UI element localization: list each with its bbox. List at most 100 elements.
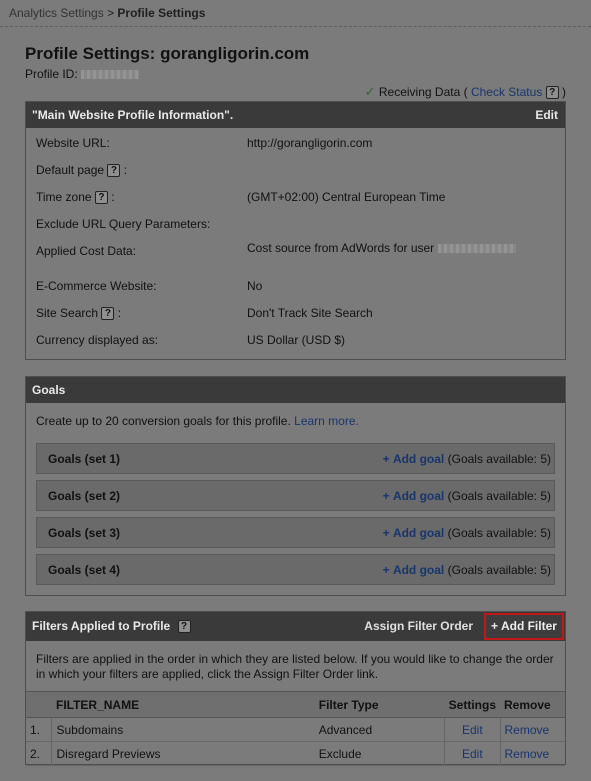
add-goal-group: + Add goal (Goals available: 5) — [383, 489, 551, 503]
goal-set-row: Goals (set 1) + Add goal (Goals availabl… — [36, 443, 555, 474]
remove-cell: Remove — [499, 741, 565, 766]
goal-set-name[interactable]: Goals (set 2) — [48, 489, 120, 503]
goals-description: Create up to 20 conversion goals for thi… — [36, 414, 359, 428]
breadcrumb-analytics-settings[interactable]: Analytics Settings — [9, 6, 104, 20]
plus-icon[interactable]: + — [383, 526, 390, 540]
filters-title: Filters Applied to Profile — [32, 619, 171, 633]
applied-cost-data-text: Cost source from AdWords for user — [247, 241, 435, 255]
redacted-user — [437, 244, 516, 254]
profile-id-label: Profile ID: — [25, 67, 78, 81]
goals-available: (Goals available: 5) — [447, 526, 551, 540]
remove-cell: Remove — [499, 717, 565, 742]
filters-table-header: FILTER_NAME Filter Type Settings Remove — [26, 691, 565, 718]
profile-information-title: "Main Website Profile Information". — [32, 108, 234, 122]
time-zone-label: Time zone ? : — [36, 190, 115, 205]
goals-available: (Goals available: 5) — [447, 489, 551, 503]
applied-cost-data-label: Applied Cost Data: — [36, 244, 137, 258]
goal-set-row: Goals (set 3) + Add goal (Goals availabl… — [36, 517, 555, 548]
default-page-colon: : — [123, 163, 128, 177]
goals-available: (Goals available: 5) — [447, 563, 551, 577]
profile-id: Profile ID: — [25, 67, 140, 81]
filters-panel: Filters Applied to Profile ? Assign Filt… — [25, 611, 566, 766]
settings-cell: Edit — [444, 717, 500, 742]
default-page-label: Default page ? : — [36, 163, 128, 178]
help-icon[interactable]: ? — [545, 86, 559, 100]
learn-more-link[interactable]: Learn more. — [294, 414, 359, 428]
plus-icon[interactable]: + — [383, 489, 390, 503]
add-goal-link[interactable]: Add goal — [393, 526, 444, 540]
applied-cost-data-value: Cost source from AdWords for user — [247, 241, 516, 255]
filters-header: Filters Applied to Profile ? Assign Filt… — [26, 612, 565, 641]
currency-value: US Dollar (USD $) — [247, 333, 346, 347]
column-header-remove: Remove — [500, 691, 565, 718]
website-url-value: http://gorangligorin.com — [247, 136, 373, 150]
breadcrumb-current: Profile Settings — [117, 6, 206, 20]
exclude-url-query-label: Exclude URL Query Parameters: — [36, 217, 211, 231]
check-status-link[interactable]: Check Status — [471, 85, 542, 99]
goals-panel: Goals Create up to 20 conversion goals f… — [25, 376, 566, 596]
assign-filter-order-link[interactable]: Assign Filter Order — [364, 612, 473, 641]
currency-label: Currency displayed as: — [36, 333, 159, 347]
default-page-label-text: Default page — [36, 163, 105, 177]
breadcrumb-separator: > — [107, 6, 115, 20]
website-url-label: Website URL: — [36, 136, 110, 150]
add-goal-link[interactable]: Add goal — [393, 489, 444, 503]
checkmark-icon: ✓ — [364, 84, 376, 99]
add-goal-link[interactable]: Add goal — [393, 452, 444, 466]
help-icon[interactable]: ? — [94, 191, 108, 205]
goal-set-row: Goals (set 4) + Add goal (Goals availabl… — [36, 554, 555, 585]
site-search-colon: : — [117, 306, 122, 320]
add-goal-group: + Add goal (Goals available: 5) — [383, 563, 551, 577]
filter-type: Exclude — [314, 741, 445, 766]
remove-filter-link[interactable]: Remove — [505, 747, 550, 761]
redacted-profile-id — [81, 70, 140, 80]
filter-type: Advanced — [314, 717, 445, 742]
goals-available: (Goals available: 5) — [447, 452, 551, 466]
time-zone-colon: : — [111, 190, 115, 204]
help-icon[interactable]: ? — [177, 620, 191, 634]
edit-filter-link[interactable]: Edit — [462, 723, 483, 737]
edit-profile-link[interactable]: Edit — [535, 102, 558, 128]
add-filter-button[interactable]: + Add Filter — [484, 613, 564, 640]
profile-information-panel: "Main Website Profile Information". Edit… — [25, 101, 566, 360]
table-row: 1. Subdomains Advanced Edit Remove — [26, 717, 565, 742]
page-title: Profile Settings: gorangligorin.com — [25, 44, 310, 63]
help-icon[interactable]: ? — [107, 164, 121, 178]
receiving-data-text: Receiving Data ( — [378, 85, 468, 99]
edit-filter-link[interactable]: Edit — [462, 747, 483, 761]
column-header-number — [26, 691, 52, 718]
time-zone-label-text: Time zone — [36, 190, 92, 204]
help-icon[interactable]: ? — [101, 307, 115, 321]
ecommerce-value: No — [247, 279, 263, 293]
breadcrumb-divider — [0, 26, 591, 27]
filter-name: Disregard Previews — [51, 741, 315, 766]
goals-header: Goals — [26, 377, 565, 403]
goal-set-name[interactable]: Goals (set 1) — [48, 452, 120, 466]
column-header-filter-type: Filter Type — [314, 691, 445, 718]
goal-set-name[interactable]: Goals (set 3) — [48, 526, 120, 540]
breadcrumb: Analytics Settings > Profile Settings — [9, 6, 205, 20]
remove-filter-link[interactable]: Remove — [505, 723, 550, 737]
add-goal-group: + Add goal (Goals available: 5) — [383, 452, 551, 466]
goal-set-name[interactable]: Goals (set 4) — [48, 563, 120, 577]
plus-icon[interactable]: + — [383, 452, 390, 466]
filter-name: Subdomains — [51, 717, 315, 742]
goals-title: Goals — [32, 383, 66, 397]
goal-set-row: Goals (set 2) + Add goal (Goals availabl… — [36, 480, 555, 511]
filters-table: FILTER_NAME Filter Type Settings Remove … — [26, 691, 565, 766]
add-goal-link[interactable]: Add goal — [393, 563, 444, 577]
plus-icon[interactable]: + — [383, 563, 390, 577]
add-goal-group: + Add goal (Goals available: 5) — [383, 526, 551, 540]
time-zone-value: (GMT+02:00) Central European Time — [247, 190, 446, 204]
settings-cell: Edit — [444, 741, 500, 766]
site-search-value: Don't Track Site Search — [247, 306, 373, 320]
receiving-data-close: ) — [562, 85, 566, 99]
site-search-label: Site Search ? : — [36, 306, 122, 321]
goals-description-text: Create up to 20 conversion goals for thi… — [36, 414, 291, 428]
filters-description: Filters are applied in the order in whic… — [36, 652, 554, 681]
column-header-filter-name: FILTER_NAME — [51, 691, 315, 718]
column-header-settings: Settings — [444, 691, 500, 718]
receiving-data-status: ✓ Receiving Data ( Check Status ? ) — [365, 84, 566, 100]
ecommerce-label: E-Commerce Website: — [36, 279, 157, 293]
row-number: 2. — [26, 741, 52, 766]
